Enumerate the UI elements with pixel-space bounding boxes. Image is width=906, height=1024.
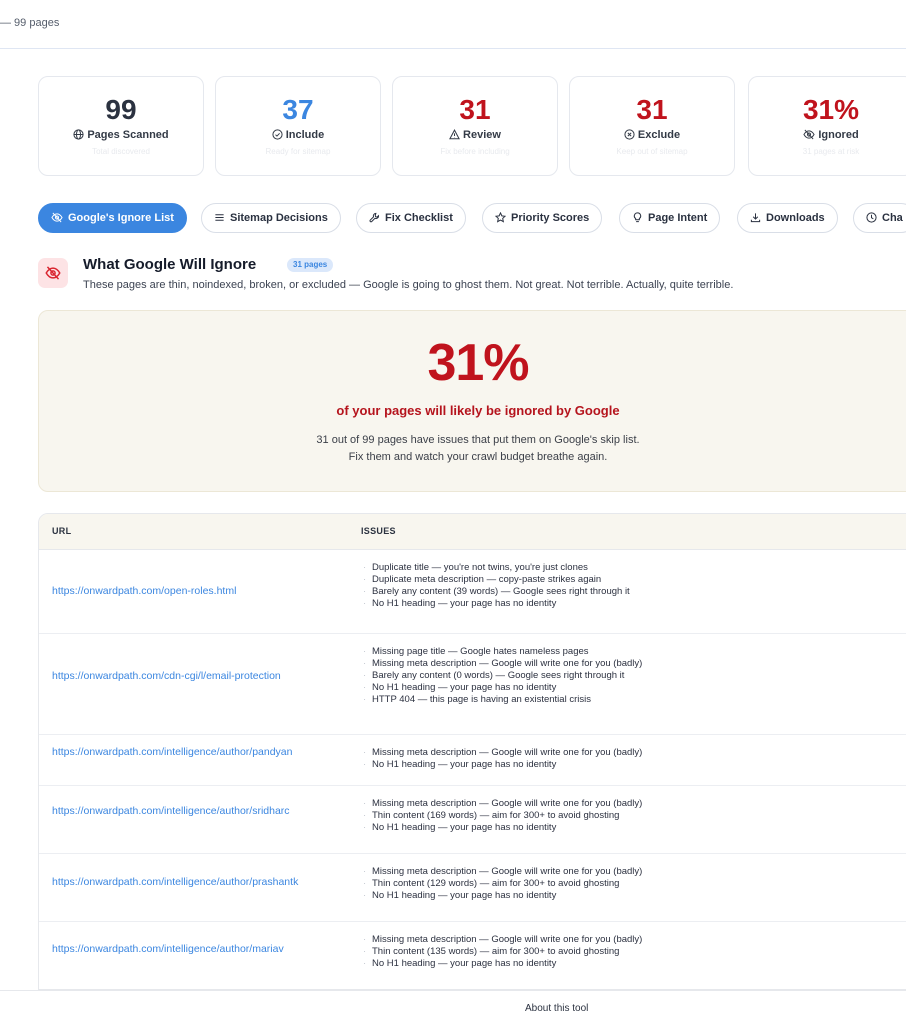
issue-item: Duplicate meta description — copy-paste …	[361, 574, 630, 586]
lightbulb-icon	[633, 212, 642, 223]
page-url-link[interactable]: https://onwardpath.com/intelligence/auth…	[52, 746, 340, 759]
page-url-link[interactable]: https://onwardpath.com/intelligence/auth…	[52, 805, 340, 818]
tab-priority-scores[interactable]: Priority Scores	[482, 203, 603, 233]
tab-bar: Google's Ignore List Sitemap Decisions F…	[38, 203, 906, 233]
stat-card-review: 31 Review Fix before including	[392, 76, 558, 176]
tab-sitemap-decisions[interactable]: Sitemap Decisions	[201, 203, 341, 233]
stat-label: Include	[216, 128, 380, 143]
about-tool-link[interactable]: About this tool	[525, 1003, 588, 1014]
table-row: https://onwardpath.com/open-roles.html D…	[39, 550, 906, 634]
table-header: URL ISSUES	[39, 514, 906, 550]
stat-value: 31%	[802, 94, 860, 125]
tab-fix-checklist[interactable]: Fix Checklist	[356, 203, 466, 233]
issue-item: HTTP 404 — this page is having an existe…	[361, 694, 642, 706]
issue-item: Duplicate title — you're not twins, you'…	[361, 562, 630, 574]
section-title: What Google Will Ignore	[83, 256, 257, 273]
stat-value: 99	[105, 94, 137, 125]
stat-subtitle: Total discovered	[92, 147, 150, 156]
eye-off-icon	[45, 266, 61, 280]
stat-subtitle: 31 pages at risk	[802, 147, 860, 156]
section-header: What Google Will Ignore 31 pages These p…	[38, 256, 906, 296]
issue-item: Thin content (169 words) — aim for 300+ …	[361, 810, 642, 822]
stat-label: Review	[393, 128, 557, 143]
top-bar: — 99 pages	[0, 0, 906, 49]
issue-item: No H1 heading — your page has no identit…	[361, 682, 642, 694]
issue-list: Missing meta description — Google will w…	[361, 866, 642, 902]
stat-value: 37	[282, 94, 314, 125]
column-header-issues[interactable]: ISSUES	[361, 526, 396, 536]
issue-list: Duplicate title — you're not twins, you'…	[361, 562, 630, 610]
issue-list: Missing meta description — Google will w…	[361, 934, 642, 970]
issue-list: Missing page title — Google hates namele…	[361, 646, 642, 706]
page-count-text: — 99 pages	[0, 17, 60, 29]
stat-subtitle: Fix before including	[440, 147, 510, 156]
table-row: https://onwardpath.com/intelligence/auth…	[39, 786, 906, 854]
issue-item: No H1 heading — your page has no identit…	[361, 958, 642, 970]
footer: About this tool	[0, 990, 906, 1024]
stat-subtitle: Keep out of sitemap	[616, 147, 688, 156]
tab-changes[interactable]: Cha	[853, 203, 906, 233]
issue-list: Missing meta description — Google will w…	[361, 747, 642, 771]
issue-item: Missing meta description — Google will w…	[361, 866, 642, 878]
issue-item: Missing meta description — Google will w…	[361, 798, 642, 810]
issue-item: No H1 heading — your page has no identit…	[361, 598, 630, 610]
ignored-detail-line: 31 out of 99 pages have issues that put …	[316, 434, 640, 446]
stat-label: Pages Scanned	[39, 128, 203, 143]
page-url-link[interactable]: https://onwardpath.com/intelligence/auth…	[52, 876, 340, 889]
warning-icon	[449, 129, 460, 140]
pages-count-badge: 31 pages	[287, 258, 334, 272]
table-row: https://onwardpath.com/intelligence/auth…	[39, 854, 906, 922]
issue-item: No H1 heading — your page has no identit…	[361, 822, 642, 834]
globe-icon	[73, 129, 84, 140]
issue-item: No H1 heading — your page has no identit…	[361, 759, 642, 771]
issue-item: Thin content (135 words) — aim for 300+ …	[361, 946, 642, 958]
page-url-link[interactable]: https://onwardpath.com/cdn-cgi/l/email-p…	[52, 670, 340, 683]
stat-card-ignored: 31% Ignored 31 pages at risk	[748, 76, 906, 176]
eye-off-icon	[803, 129, 815, 140]
page-url-link[interactable]: https://onwardpath.com/intelligence/auth…	[52, 943, 340, 956]
issue-item: No H1 heading — your page has no identit…	[361, 890, 642, 902]
tab-page-intent[interactable]: Page Intent	[619, 203, 721, 233]
ignored-detail-line: Fix them and watch your crawl budget bre…	[348, 451, 608, 463]
download-icon	[750, 213, 761, 223]
issue-item: Missing page title — Google hates namele…	[361, 646, 642, 658]
ignored-pages-table: URL ISSUES https://onwardpath.com/open-r…	[38, 513, 906, 990]
issue-item: Barely any content (39 words) — Google s…	[361, 586, 630, 598]
issue-list: Missing meta description — Google will w…	[361, 798, 642, 834]
stat-value: 31	[636, 94, 668, 125]
issue-item: Missing meta description — Google will w…	[361, 658, 642, 670]
stat-card-exclude: 31 Exclude Keep out of sitemap	[569, 76, 735, 176]
issue-item: Thin content (129 words) — aim for 300+ …	[361, 878, 642, 890]
list-icon	[215, 214, 224, 221]
wrench-icon	[369, 212, 380, 223]
issue-item: Missing meta description — Google will w…	[361, 934, 642, 946]
star-icon	[494, 211, 507, 223]
stat-label: Exclude	[570, 128, 734, 143]
tab-googles-ignore-list[interactable]: Google's Ignore List	[38, 203, 187, 233]
stat-value: 31	[459, 94, 491, 125]
section-icon-box	[38, 258, 68, 288]
eye-off-icon	[51, 212, 63, 223]
check-circle-icon	[272, 129, 283, 140]
tab-downloads[interactable]: Downloads	[737, 203, 838, 233]
clock-icon	[866, 212, 877, 223]
column-header-url[interactable]: URL	[52, 526, 71, 536]
stats-row: 99 Pages Scanned Total discovered 37 Inc…	[38, 76, 906, 176]
stat-card-include: 37 Include Ready for sitemap	[215, 76, 381, 176]
page-url-link[interactable]: https://onwardpath.com/open-roles.html	[52, 585, 340, 598]
issue-item: Barely any content (0 words) — Google se…	[361, 670, 642, 682]
table-row: https://onwardpath.com/intelligence/auth…	[39, 922, 906, 989]
stat-subtitle: Ready for sitemap	[265, 147, 331, 156]
ignored-summary-panel: 31% of your pages will likely be ignored…	[38, 310, 906, 492]
issue-item: Missing meta description — Google will w…	[361, 747, 642, 759]
table-row: https://onwardpath.com/intelligence/auth…	[39, 735, 906, 786]
table-row: https://onwardpath.com/cdn-cgi/l/email-p…	[39, 634, 906, 735]
stat-label: Ignored	[749, 128, 906, 143]
section-description: These pages are thin, noindexed, broken,…	[83, 279, 734, 291]
stat-card-pages-scanned: 99 Pages Scanned Total discovered	[38, 76, 204, 176]
ignored-headline: of your pages will likely be ignored by …	[336, 403, 620, 418]
x-circle-icon	[624, 129, 635, 140]
ignored-percentage: 31%	[427, 334, 529, 392]
